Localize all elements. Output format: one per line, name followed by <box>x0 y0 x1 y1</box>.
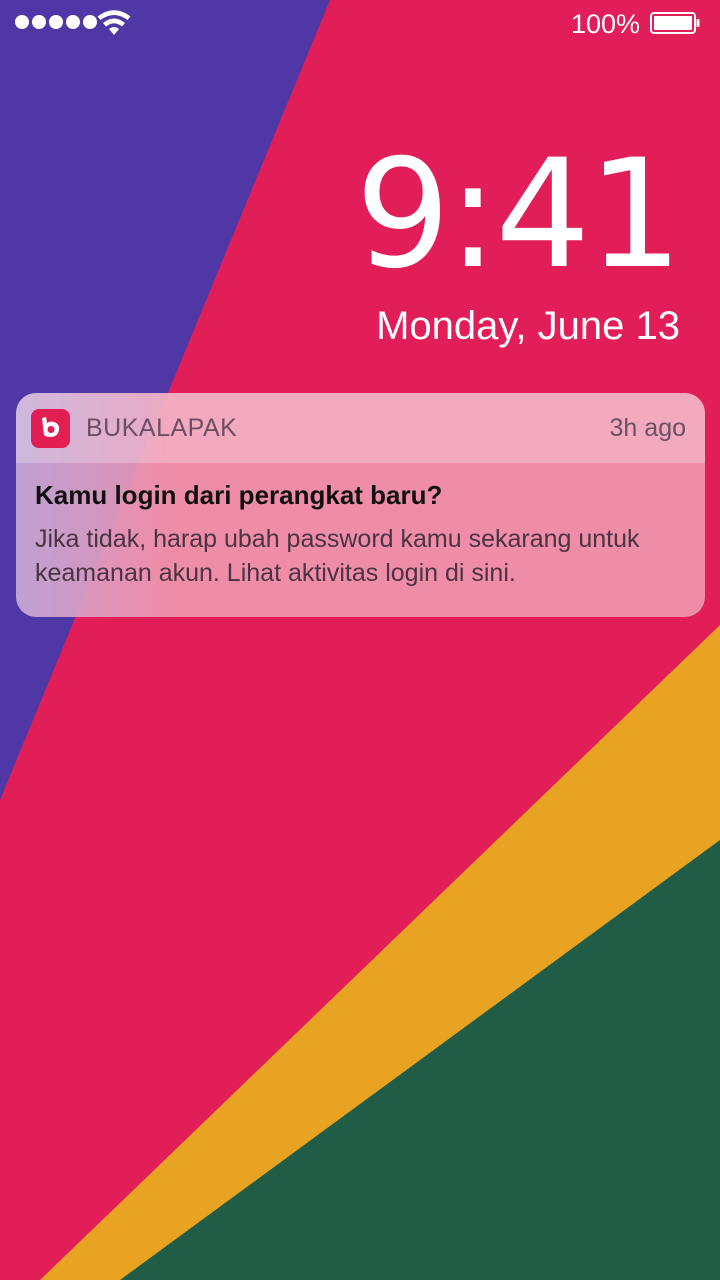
bukalapak-logo-icon <box>31 409 70 448</box>
notification-timestamp: 3h ago <box>609 414 686 442</box>
notification-app-name: BUKALAPAK <box>86 414 238 442</box>
battery-percentage: 100% <box>570 9 640 39</box>
date-label: Monday, June 13 <box>376 304 680 348</box>
notification-card[interactable]: BUKALAPAK 3h ago Kamu login dari perangk… <box>16 393 705 617</box>
notification-header: BUKALAPAK 3h ago <box>16 393 705 463</box>
clock: 9:41 <box>355 128 683 302</box>
notification-title: Kamu login dari perangkat baru? <box>35 480 443 510</box>
wifi-icon <box>97 10 131 35</box>
lock-screen: 100% 9:41 Monday, June 13 BUKALAPAK 3h a… <box>0 0 720 1280</box>
cellular-signal-icon <box>15 15 97 29</box>
battery-icon <box>650 12 700 34</box>
notification-body: Jika tidak, harap ubah password kamu sek… <box>35 525 640 587</box>
status-bar: 100% <box>0 0 720 48</box>
